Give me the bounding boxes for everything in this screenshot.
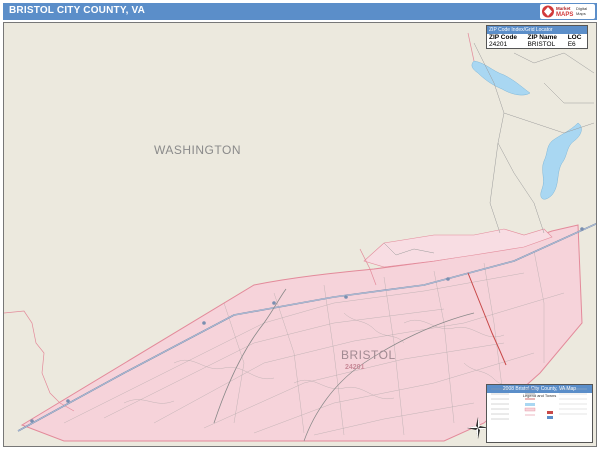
zip-index-table: ZIP Code ZIP Name LOC 24201 BRISTOL E6	[487, 34, 587, 48]
bristol-label: BRISTOL	[341, 348, 396, 362]
bristol-zip-label: 24201	[345, 364, 365, 371]
svg-text:Market: Market	[556, 6, 571, 11]
svg-text:MAPS: MAPS	[556, 12, 573, 18]
map-canvas[interactable]: WASHINGTON BRISTOL 24201 ZIP Code Index/…	[3, 22, 597, 447]
zip-col-header: ZIP Code	[489, 34, 518, 41]
map-legend: 2008 Bristol City County, VA Map Legend …	[486, 384, 593, 443]
zip-code-index: ZIP Code Index/Grid Locator ZIP Code ZIP…	[486, 25, 588, 49]
zip-index-heading: ZIP Code Index/Grid Locator	[487, 26, 587, 34]
washington-label: WASHINGTON	[154, 143, 242, 157]
legend-symbols	[491, 388, 587, 420]
svg-text:Maps: Maps	[576, 11, 586, 16]
loc-col-header: LOC	[567, 34, 582, 41]
table-row: 24201 BRISTOL E6	[487, 41, 587, 48]
zip-name-cell: BRISTOL	[527, 41, 556, 48]
loc-cell: E6	[567, 41, 576, 48]
publisher-logo: Market MAPS Digital Maps	[540, 4, 595, 19]
zip-name-col-header: ZIP Name	[527, 34, 557, 41]
map-title: BRISTOL CITY COUNTY, VA	[9, 5, 146, 16]
title-bar: BRISTOL CITY COUNTY, VA Market MAPS Digi…	[3, 3, 597, 20]
zip-cell: 24201	[489, 41, 508, 48]
